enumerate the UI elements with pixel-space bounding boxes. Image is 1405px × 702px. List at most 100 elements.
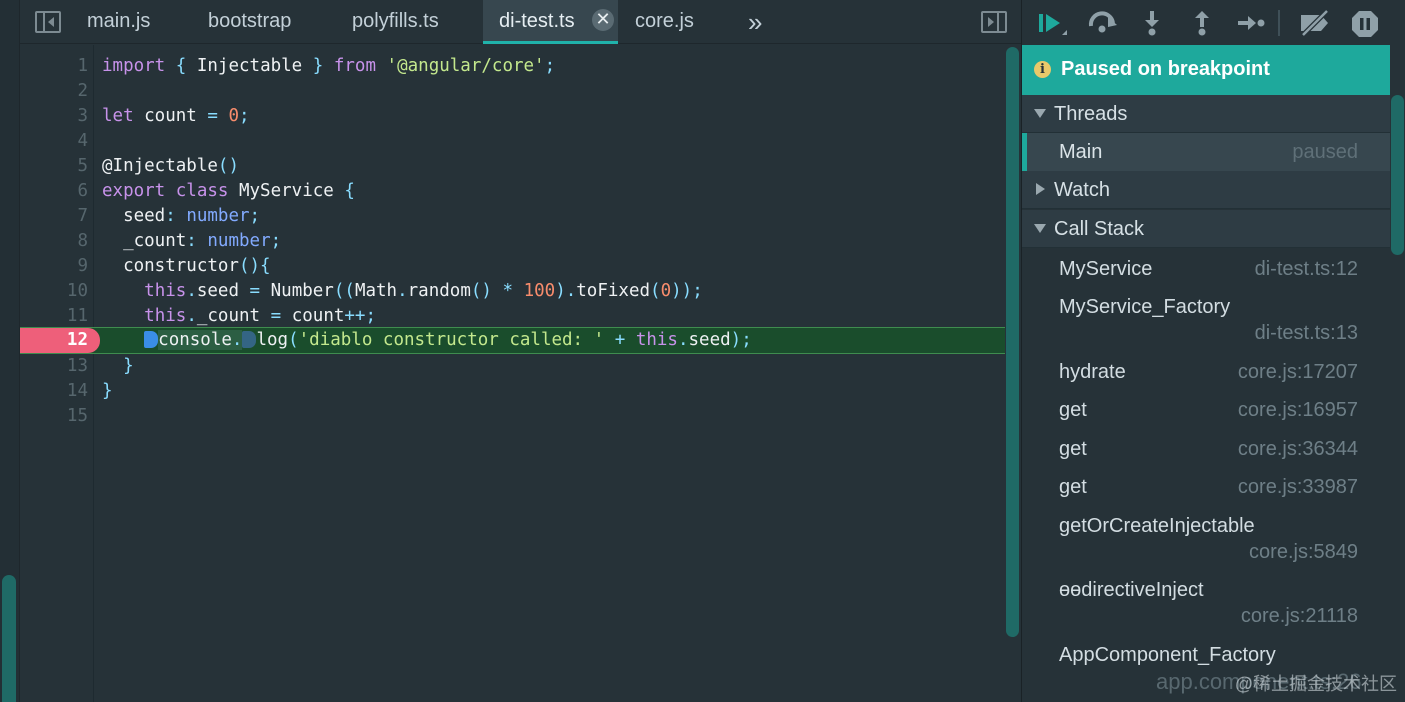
code-line[interactable]: 1 import { Injectable } from '@angular/c…	[20, 54, 1005, 79]
resume-icon[interactable]	[1036, 9, 1068, 37]
step-into-icon[interactable]	[1137, 9, 1169, 37]
line-number[interactable]: 14	[20, 379, 88, 404]
frame-function: ɵɵdirectiveInject	[1059, 579, 1204, 601]
tab-label: di-test.ts	[499, 10, 575, 32]
tab-core-js[interactable]: core.js	[635, 0, 694, 44]
line-number[interactable]: 6	[20, 179, 88, 204]
callstack-frame[interactable]: get core.js:36344	[1022, 436, 1390, 474]
tab-bootstrap[interactable]: bootstrap	[208, 0, 291, 44]
line-source: console. log('diablo constructor called: …	[102, 328, 752, 353]
line-number[interactable]: 11	[20, 304, 88, 329]
inline-breakpoint-icon[interactable]	[242, 331, 257, 348]
line-source: export class MyService {	[102, 181, 355, 201]
callstack-frame[interactable]: ɵɵdirectiveInject core.js:21118	[1022, 577, 1390, 641]
left-scrollbar-thumb[interactable]	[2, 575, 16, 702]
code-line[interactable]: 5 @Injectable()	[20, 154, 1005, 179]
line-number[interactable]: 8	[20, 229, 88, 254]
code-editor[interactable]: 1 import { Injectable } from '@angular/c…	[20, 45, 1021, 702]
frame-location: core.js:21118	[1240, 605, 1358, 627]
line-number[interactable]: 7	[20, 204, 88, 229]
code-line[interactable]: 14 }	[20, 379, 1005, 404]
code-line[interactable]: 9 constructor(){	[20, 254, 1005, 279]
execution-pointer-icon	[144, 331, 159, 348]
line-source: this.seed = Number((Math.random() * 100)…	[144, 281, 703, 301]
line-number[interactable]: 9	[20, 254, 88, 279]
editor-tab-bar: main.js bootstrap polyfills.ts di-test.t…	[20, 0, 1021, 44]
callstack-frame[interactable]: MyService_Factory di-test.ts:13	[1022, 294, 1390, 358]
toolbar-divider	[1278, 10, 1280, 36]
line-number[interactable]: 2	[20, 79, 88, 104]
section-title: Threads	[1054, 103, 1128, 125]
code-line[interactable]: 15	[20, 404, 1005, 429]
code-line[interactable]: 2	[20, 79, 1005, 104]
editor-scrollbar-thumb[interactable]	[1006, 47, 1019, 637]
tab-label: core.js	[635, 10, 694, 32]
frame-function: MyService_Factory	[1059, 296, 1231, 318]
callstack-frame[interactable]: hydrate core.js:17207	[1022, 359, 1390, 397]
frame-location: core.js:36344	[1237, 438, 1358, 460]
code-line[interactable]: 8 _count: number;	[20, 229, 1005, 254]
line-source: seed: number;	[102, 206, 261, 226]
close-tab-icon[interactable]: ✕	[592, 9, 614, 31]
step-over-icon[interactable]	[1086, 9, 1118, 37]
run-to-cursor-icon[interactable]	[1235, 9, 1267, 37]
debugger-scrollbar[interactable]	[1390, 45, 1405, 702]
callstack-frame[interactable]: MyService di-test.ts:12	[1022, 256, 1390, 294]
editor-scrollbar[interactable]	[1005, 45, 1021, 702]
pause-on-exceptions-icon[interactable]	[1350, 9, 1382, 37]
tab-polyfills-ts[interactable]: polyfills.ts	[352, 0, 439, 44]
thread-name: Main	[1059, 141, 1103, 163]
paused-status-banner: i Paused on breakpoint	[1022, 45, 1390, 95]
collapse-arrow-icon	[1036, 183, 1045, 195]
left-edge-strip	[0, 0, 20, 702]
line-number[interactable]: 5	[20, 154, 88, 179]
line-number[interactable]: 3	[20, 104, 88, 129]
current-execution-line[interactable]: 12 console. log('diablo constructor calle…	[20, 327, 1005, 354]
code-line[interactable]: 3 let count = 0;	[20, 104, 1005, 129]
thread-state: paused	[1292, 141, 1358, 163]
line-number[interactable]: 10	[20, 279, 88, 304]
frame-location: core.js:5849	[1249, 541, 1358, 563]
line-number[interactable]: 15	[20, 404, 88, 429]
code-line[interactable]: 13 }	[20, 354, 1005, 379]
line-number[interactable]: 13	[20, 354, 88, 379]
thread-item-main[interactable]: Main paused	[1022, 133, 1390, 171]
code-line[interactable]: 10 this.seed = Number((Math.random() * 1…	[20, 279, 1005, 304]
debugger-scrollbar-thumb[interactable]	[1391, 95, 1404, 255]
toggle-debugger-icon[interactable]	[981, 11, 1007, 33]
tab-di-test-ts[interactable]: di-test.ts ✕	[483, 0, 618, 44]
watch-section-header[interactable]: Watch	[1022, 171, 1390, 209]
callstack-frame[interactable]: get core.js:16957	[1022, 397, 1390, 435]
frame-function: get	[1059, 399, 1087, 421]
line-source: this._count = count++;	[144, 306, 376, 326]
expand-arrow-icon	[1034, 109, 1046, 118]
line-source: }	[102, 381, 113, 401]
line-number[interactable]: 1	[20, 54, 88, 79]
deactivate-breakpoints-icon[interactable]	[1297, 9, 1329, 37]
callstack-section-header[interactable]: Call Stack	[1022, 210, 1390, 248]
tab-main-js[interactable]: main.js	[87, 0, 150, 44]
step-out-icon[interactable]	[1187, 9, 1219, 37]
code-line[interactable]: 6 export class MyService {	[20, 179, 1005, 204]
code-line[interactable]: 7 seed: number;	[20, 204, 1005, 229]
paused-status-text: Paused on breakpoint	[1061, 58, 1270, 80]
frame-function: getOrCreateInjectable	[1059, 515, 1255, 537]
frame-location: di-test.ts:12	[1254, 258, 1358, 280]
threads-section-header[interactable]: Threads	[1022, 95, 1390, 133]
frame-location: core.js:16957	[1237, 399, 1358, 421]
frame-location: di-test.ts:13	[1254, 322, 1358, 344]
line-number[interactable]: 4	[20, 129, 88, 154]
info-icon: i	[1034, 61, 1051, 78]
code-line[interactable]: 4	[20, 129, 1005, 154]
debugger-pane: i Paused on breakpoint Threads Main paus…	[1021, 0, 1405, 702]
callstack-frame[interactable]: get core.js:33987	[1022, 474, 1390, 512]
callstack-frame[interactable]: getOrCreateInjectable core.js:5849	[1022, 513, 1390, 577]
code-line[interactable]: 11 this._count = count++;	[20, 304, 1005, 329]
toggle-navigator-icon[interactable]	[35, 11, 61, 33]
debugger-toolbar	[1022, 0, 1405, 45]
line-source: }	[123, 356, 134, 376]
line-source: import { Injectable } from '@angular/cor…	[102, 56, 556, 76]
breakpoint-marker[interactable]: 12	[20, 328, 100, 353]
section-title: Call Stack	[1054, 218, 1145, 240]
more-tabs-icon[interactable]: »	[748, 7, 763, 38]
